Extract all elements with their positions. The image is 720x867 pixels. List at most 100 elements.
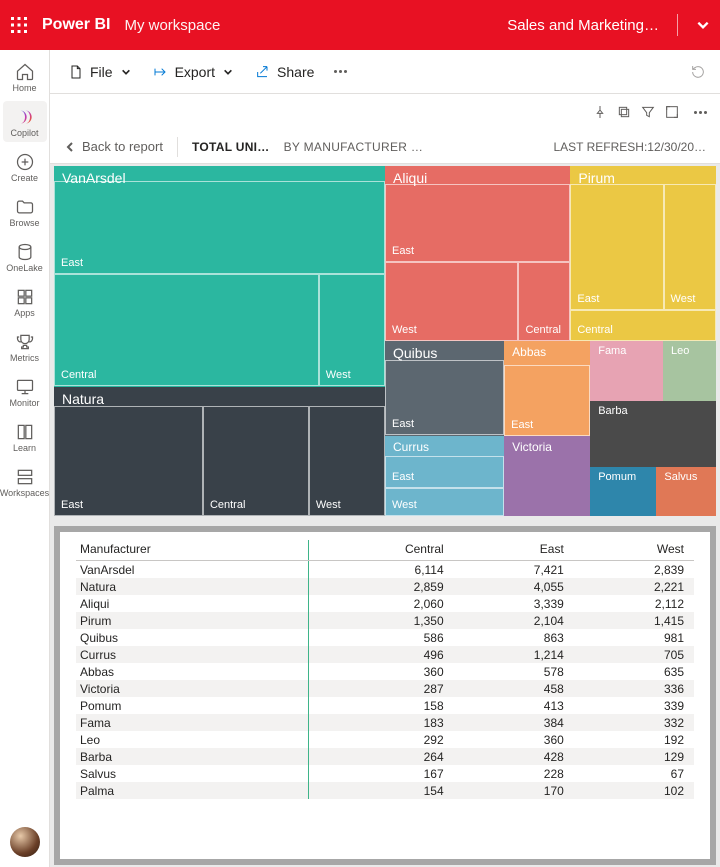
table-row[interactable]: Currus4961,214705 (76, 646, 694, 663)
tm-pomum-title: Pomum (598, 471, 652, 483)
table-row[interactable]: VanArsdel6,1147,4212,839 (76, 561, 694, 579)
content-area: File Export Share (50, 50, 720, 867)
cell-value: 6,114 (309, 561, 454, 579)
nav-home[interactable]: Home (3, 56, 47, 97)
report-dropdown-icon[interactable] (696, 18, 710, 32)
cell-value: 384 (454, 714, 574, 731)
copilot-icon (15, 107, 35, 127)
tm-barba[interactable]: Barba (590, 401, 716, 468)
tm-salvus[interactable]: Salvus (656, 467, 716, 516)
table-row[interactable]: Natura2,8594,0552,221 (76, 578, 694, 595)
report-title[interactable]: Sales and Marketing… (507, 17, 659, 34)
workspace-name[interactable]: My workspace (124, 17, 220, 34)
cell-value: 1,350 (309, 612, 454, 629)
nav-create-label: Create (11, 174, 38, 183)
more-actions[interactable] (328, 66, 352, 77)
export-menu[interactable]: Export (145, 60, 241, 84)
cell-value: 154 (309, 782, 454, 799)
matrix-col-west[interactable]: West (574, 540, 694, 561)
cell-value: 360 (454, 731, 574, 748)
tm-currus-west: West (392, 499, 417, 511)
nav-learn[interactable]: Learn (3, 416, 47, 457)
folder-icon (15, 197, 35, 217)
cell-value: 1,214 (454, 646, 574, 663)
crumb-by-manufacturer[interactable]: BY MANUFACTURER … (284, 140, 444, 154)
cell-value: 183 (309, 714, 454, 731)
cell-value: 2,859 (309, 578, 454, 595)
table-row[interactable]: Aliqui2,0603,3392,112 (76, 595, 694, 612)
table-row[interactable]: Leo292360192 (76, 731, 694, 748)
cell-value: 129 (574, 748, 694, 765)
user-avatar[interactable] (10, 827, 40, 857)
tm-abbas-title: Abbas (512, 345, 586, 359)
nav-onelake[interactable]: OneLake (3, 236, 47, 277)
tm-abbas[interactable]: Abbas East (504, 341, 590, 436)
cell-value: 332 (574, 714, 694, 731)
filter-icon[interactable] (640, 104, 656, 120)
nav-browse[interactable]: Browse (3, 191, 47, 232)
tm-pirum-west: West (671, 293, 696, 305)
copy-icon[interactable] (616, 104, 632, 120)
table-row[interactable]: Pirum1,3502,1041,415 (76, 612, 694, 629)
file-menu[interactable]: File (60, 60, 139, 84)
matrix-visual[interactable]: Manufacturer Central East West VanArsdel… (54, 526, 716, 865)
pin-icon[interactable] (592, 104, 608, 120)
tm-natura[interactable]: Natura East Central West (54, 387, 385, 517)
share-icon (255, 64, 271, 80)
tm-leo[interactable]: Leo (663, 341, 716, 401)
left-nav: Home Copilot Create Browse OneLake Apps (0, 50, 50, 867)
nav-metrics-label: Metrics (10, 354, 39, 363)
visual-more-actions[interactable] (688, 107, 712, 118)
table-row[interactable]: Barba264428129 (76, 748, 694, 765)
tm-victoria[interactable]: Victoria (504, 436, 590, 517)
tm-quibus[interactable]: Quibus East (385, 341, 504, 436)
matrix-header-row: Manufacturer Central East West (76, 540, 694, 561)
table-row[interactable]: Salvus16722867 (76, 765, 694, 782)
product-name[interactable]: Power BI (42, 16, 110, 34)
row-label: Victoria (76, 680, 309, 697)
row-label: Aliqui (76, 595, 309, 612)
tm-pirum[interactable]: Pirum East West Central (570, 166, 716, 341)
last-refresh: LAST REFRESH:12/30/20… (553, 140, 706, 154)
table-row[interactable]: Pomum158413339 (76, 697, 694, 714)
table-row[interactable]: Abbas360578635 (76, 663, 694, 680)
chevron-down-icon (121, 67, 131, 77)
file-icon (68, 64, 84, 80)
table-row[interactable]: Fama183384332 (76, 714, 694, 731)
focus-mode-icon[interactable] (664, 104, 680, 120)
table-row[interactable]: Quibus586863981 (76, 629, 694, 646)
nav-monitor[interactable]: Monitor (3, 371, 47, 412)
nav-create[interactable]: Create (3, 146, 47, 187)
nav-metrics[interactable]: Metrics (3, 326, 47, 367)
tm-aliqui-east: East (392, 245, 414, 257)
table-row[interactable]: Victoria287458336 (76, 680, 694, 697)
tm-aliqui[interactable]: Aliqui East West Central (385, 166, 570, 341)
workspaces-icon (15, 467, 35, 487)
share-button[interactable]: Share (247, 60, 322, 84)
tm-fama[interactable]: Fama (590, 341, 663, 401)
matrix-col-east[interactable]: East (454, 540, 574, 561)
row-label: Pirum (76, 612, 309, 629)
visual-toolbar (50, 94, 720, 130)
tm-currus[interactable]: Currus East West (385, 436, 504, 517)
app-launcher-icon[interactable] (10, 16, 28, 34)
back-to-report[interactable]: Back to report (64, 139, 163, 154)
tm-vanarsdel[interactable]: VanArsdel East Central West (54, 166, 385, 387)
nav-apps[interactable]: Apps (3, 281, 47, 322)
cell-value: 458 (454, 680, 574, 697)
matrix-col-central[interactable]: Central (309, 540, 454, 561)
row-label: Abbas (76, 663, 309, 680)
cell-value: 981 (574, 629, 694, 646)
nav-workspaces[interactable]: Workspaces (3, 461, 47, 502)
nav-copilot[interactable]: Copilot (3, 101, 47, 142)
tm-pomum[interactable]: Pomum (590, 467, 656, 516)
reset-button[interactable] (686, 60, 710, 84)
treemap-visual[interactable]: VanArsdel East Central West Natura East … (54, 166, 716, 516)
row-label: Fama (76, 714, 309, 731)
matrix-row-header[interactable]: Manufacturer (76, 540, 309, 561)
table-row[interactable]: Palma154170102 (76, 782, 694, 799)
row-label: Quibus (76, 629, 309, 646)
cell-value: 339 (574, 697, 694, 714)
reset-icon (690, 64, 706, 80)
crumb-total-units[interactable]: TOTAL UNI… (192, 140, 270, 154)
